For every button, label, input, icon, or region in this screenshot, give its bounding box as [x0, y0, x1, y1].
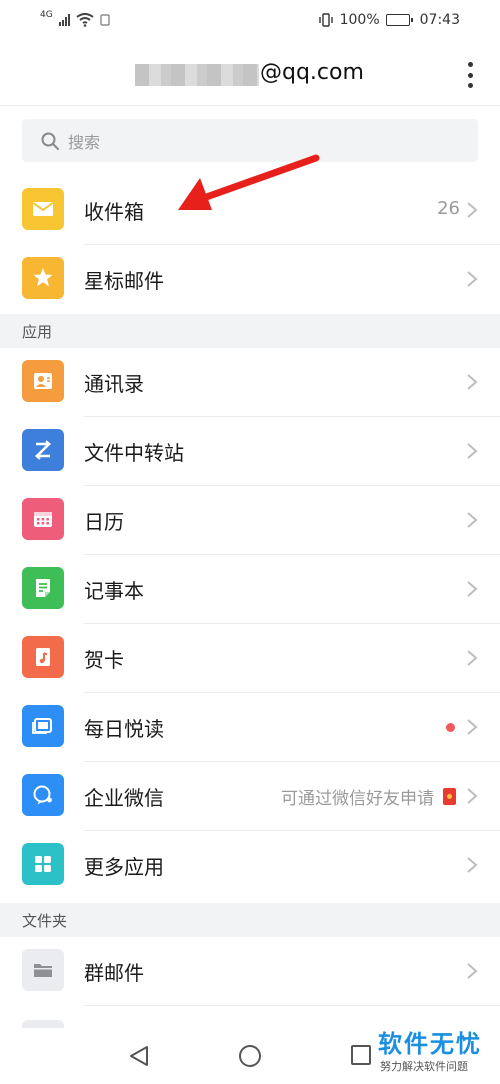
- account-name-redacted: [135, 64, 259, 86]
- red-envelope-icon: [443, 788, 456, 805]
- transfer-icon: [22, 429, 64, 471]
- grid-icon: [22, 843, 64, 885]
- account-header: @qq.com: [0, 40, 500, 106]
- wifi-icon: [76, 13, 94, 27]
- watermark-subtitle: 努力解决软件问题: [380, 1060, 468, 1073]
- back-triangle-icon[interactable]: [128, 1044, 150, 1068]
- new-badge-dot: [446, 723, 455, 732]
- search-placeholder: 搜索: [68, 132, 101, 152]
- section-header-folders: 文件夹: [0, 903, 500, 937]
- greeting-card-label: 贺卡: [84, 648, 124, 672]
- wecom-icon: [22, 774, 64, 816]
- star-icon: [22, 257, 64, 299]
- list-item-partial: [22, 1020, 64, 1028]
- list-item-more-apps[interactable]: 更多应用: [0, 831, 500, 900]
- signal-icon: [58, 14, 70, 26]
- inbox-count: 26: [437, 198, 460, 219]
- vibrate-icon: [318, 13, 333, 27]
- list-item-daily-reading[interactable]: 每日悦读: [0, 693, 500, 762]
- chevron-right-icon: [467, 374, 478, 390]
- status-left: 4G: [40, 10, 110, 27]
- starred-label: 星标邮件: [84, 269, 164, 293]
- envelope-icon: [22, 188, 64, 230]
- battery-icon: [385, 14, 413, 26]
- chevron-right-icon: [467, 581, 478, 597]
- file-transfer-label: 文件中转站: [84, 441, 184, 465]
- site-watermark: 软件无忧 努力解决软件问题: [372, 1022, 500, 1084]
- battery-percent: 100%: [339, 12, 380, 28]
- section-header-apps: 应用: [0, 314, 500, 348]
- chevron-right-icon: [467, 719, 478, 735]
- list-item-group-mail[interactable]: 群邮件: [0, 937, 500, 1006]
- account-email-suffix[interactable]: @qq.com: [260, 60, 364, 85]
- home-circle-icon[interactable]: [238, 1044, 262, 1068]
- list-item-notepad[interactable]: 记事本: [0, 555, 500, 624]
- list-item-greeting-card[interactable]: 贺卡: [0, 624, 500, 693]
- chevron-right-icon: [467, 788, 478, 804]
- chevron-right-icon: [467, 202, 478, 218]
- wecom-label: 企业微信: [84, 786, 164, 810]
- chevron-right-icon: [467, 271, 478, 287]
- more-vertical-icon[interactable]: [462, 62, 478, 88]
- search-bar[interactable]: 搜索: [22, 119, 478, 162]
- status-bar: 4G 100% 07:43: [0, 0, 500, 40]
- chevron-right-icon: [467, 857, 478, 873]
- chevron-right-icon: [467, 512, 478, 528]
- more-apps-label: 更多应用: [84, 855, 164, 879]
- list-item-contacts[interactable]: 通讯录: [0, 348, 500, 417]
- reading-icon: [22, 705, 64, 747]
- network-type: 4G: [40, 10, 53, 20]
- daily-reading-label: 每日悦读: [84, 717, 164, 741]
- notepad-label: 记事本: [84, 579, 144, 603]
- notification-icon: [100, 14, 110, 26]
- calendar-label: 日历: [84, 510, 124, 534]
- chevron-right-icon: [467, 963, 478, 979]
- list-item-inbox[interactable]: 收件箱 26: [0, 176, 500, 245]
- contacts-label: 通讯录: [84, 372, 144, 396]
- chevron-right-icon: [467, 443, 478, 459]
- group-mail-label: 群邮件: [84, 961, 144, 985]
- watermark-title: 软件无忧: [378, 1030, 482, 1058]
- list-item-starred[interactable]: 星标邮件: [0, 245, 500, 314]
- contact-card-icon: [22, 360, 64, 402]
- notepad-icon: [22, 567, 64, 609]
- status-right: 100% 07:43: [318, 12, 460, 28]
- chevron-right-icon: [467, 650, 478, 666]
- greeting-card-icon: [22, 636, 64, 678]
- search-icon: [41, 132, 59, 150]
- list-item-file-transfer[interactable]: 文件中转站: [0, 417, 500, 486]
- list-item-wecom[interactable]: 企业微信 可通过微信好友申请: [0, 762, 500, 831]
- list-item-calendar[interactable]: 日历: [0, 486, 500, 555]
- wecom-hint: 可通过微信好友申请: [281, 789, 434, 809]
- folder-icon: [22, 949, 64, 991]
- divider: [84, 1005, 500, 1006]
- calendar-icon: [22, 498, 64, 540]
- recents-square-icon[interactable]: [350, 1044, 372, 1066]
- clock: 07:43: [419, 12, 460, 28]
- inbox-label: 收件箱: [84, 200, 144, 224]
